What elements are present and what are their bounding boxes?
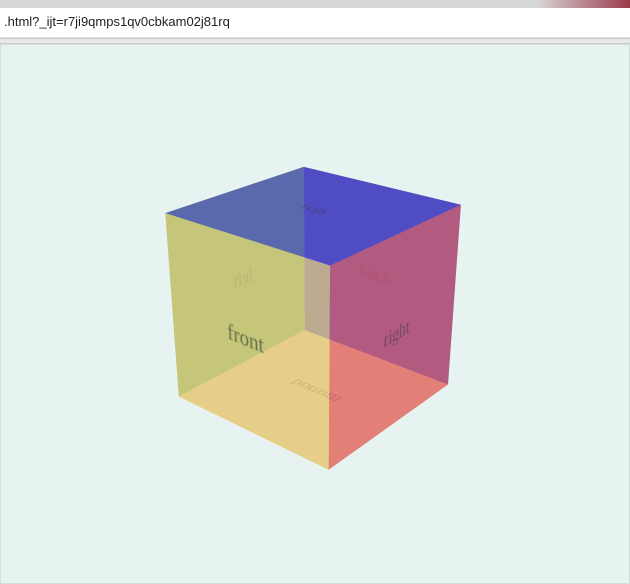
cube-scene: front back right left top bottom — [215, 204, 415, 404]
cube-face-top-label: top — [295, 203, 335, 216]
css-3d-cube: front back right left top bottom — [240, 188, 402, 424]
page-content: front back right left top bottom — [0, 44, 630, 584]
window-titlebar — [0, 0, 630, 8]
cube-face-right-label: right — [383, 313, 410, 353]
browser-url[interactable]: .html?_ijt=r7ji9qmps1qv0cbkam02j81rq — [0, 12, 630, 31]
browser-urlbar-area: .html?_ijt=r7ji9qmps1qv0cbkam02j81rq — [0, 8, 630, 38]
cube-face-front-label: front — [227, 319, 264, 360]
